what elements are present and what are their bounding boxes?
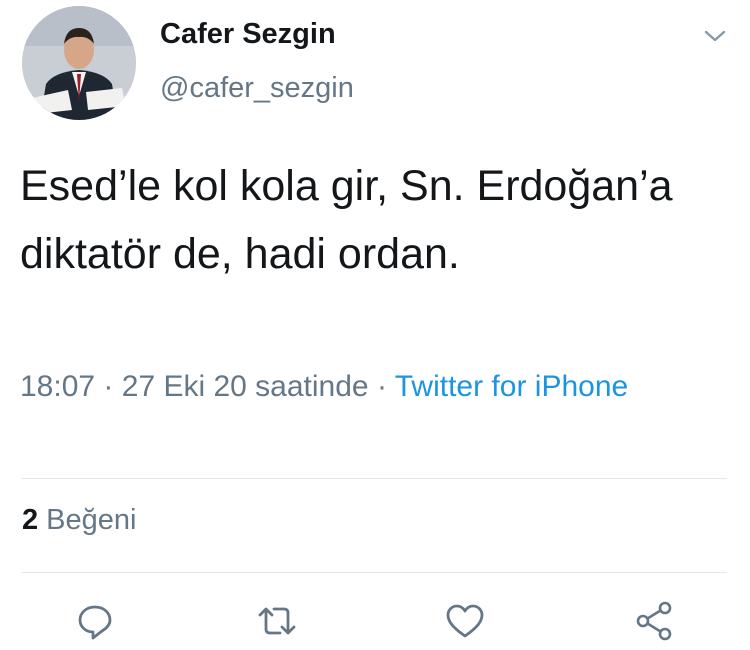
retweet-icon[interactable] — [254, 598, 300, 644]
tweet-text: Esed’le kol kola gir, Sn. Erdoğan’a dikt… — [20, 162, 673, 278]
chevron-down-icon[interactable] — [698, 24, 732, 48]
like-icon[interactable] — [442, 598, 488, 644]
likes-label: Beğeni — [46, 504, 137, 536]
tweet-source[interactable]: Twitter for iPhone — [395, 370, 628, 403]
divider — [22, 478, 727, 479]
share-icon[interactable] — [632, 598, 678, 644]
likes-stat[interactable]: 2 Beğeni — [22, 504, 136, 537]
likes-count: 2 — [22, 504, 39, 536]
avatar[interactable] — [22, 6, 136, 120]
tweet-date[interactable]: 27 Eki 20 saatinde — [122, 370, 369, 403]
meta-separator: · — [103, 370, 114, 403]
tweet-time[interactable]: 18:07 — [20, 370, 95, 403]
author-name[interactable]: Cafer Sezgin — [160, 18, 336, 51]
action-bar — [0, 598, 750, 648]
meta-separator: · — [376, 370, 387, 403]
author-handle[interactable]: @cafer_sezgin — [160, 72, 354, 105]
tweet-meta: 18:07 · 27 Eki 20 saatinde · Twitter for… — [20, 360, 720, 413]
reply-icon[interactable] — [72, 598, 118, 644]
divider — [22, 572, 727, 573]
